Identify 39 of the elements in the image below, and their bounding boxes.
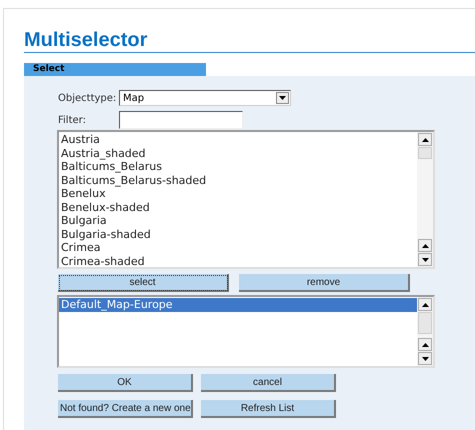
list-item[interactable]: Bulgaria-shaded xyxy=(59,228,417,241)
list-item[interactable]: Bulgaria xyxy=(59,214,417,228)
list-item[interactable]: Crimea-shaded xyxy=(59,254,417,268)
list-item[interactable]: Default_Map-Europe xyxy=(59,298,417,312)
button[interactable]: OK xyxy=(58,374,193,392)
list-item[interactable]: Benelux-shaded xyxy=(59,200,417,214)
down-arrow-icon xyxy=(422,356,428,360)
scroll-up-button[interactable] xyxy=(418,133,432,146)
scroll-up-button[interactable] xyxy=(418,239,432,252)
scroll-thumb[interactable] xyxy=(418,147,432,159)
field-label: Filter: xyxy=(58,114,87,128)
button[interactable]: select xyxy=(58,274,229,292)
button[interactable]: cancel xyxy=(201,374,336,392)
scroll-up-button[interactable] xyxy=(418,298,432,311)
scrollbar[interactable] xyxy=(417,297,433,366)
up-arrow-icon xyxy=(422,302,428,306)
scroll-down-button[interactable] xyxy=(418,253,432,266)
button[interactable]: Refresh List xyxy=(201,400,336,418)
page-title: Multiselector xyxy=(24,29,148,51)
button[interactable]: remove xyxy=(239,274,410,292)
list-item[interactable]: Benelux xyxy=(59,187,417,200)
up-arrow-icon xyxy=(422,342,428,346)
list-item[interactable]: Crimea xyxy=(59,241,417,254)
list-item[interactable]: Balticums_Belarus-shaded xyxy=(59,174,417,187)
down-arrow-icon xyxy=(422,258,428,262)
up-arrow-icon xyxy=(422,138,428,142)
scroll-up-button[interactable] xyxy=(418,338,432,351)
list-item[interactable]: Austria xyxy=(59,133,417,146)
filter-field[interactable] xyxy=(119,111,243,129)
scroll-down-button[interactable] xyxy=(418,352,432,365)
tab[interactable]: Select xyxy=(24,63,206,76)
up-arrow-icon xyxy=(422,244,428,248)
scrollbar[interactable] xyxy=(417,132,433,267)
list-item[interactable]: Austria_shaded xyxy=(59,146,417,160)
button[interactable]: Not found? Create a new one xyxy=(58,400,193,418)
scroll-thumb[interactable] xyxy=(418,312,432,334)
list-item[interactable]: Balticums_Belarus xyxy=(59,160,417,174)
objecttype-dropdown[interactable]: Map xyxy=(119,90,291,106)
field-label: Objecttype: xyxy=(58,92,115,106)
